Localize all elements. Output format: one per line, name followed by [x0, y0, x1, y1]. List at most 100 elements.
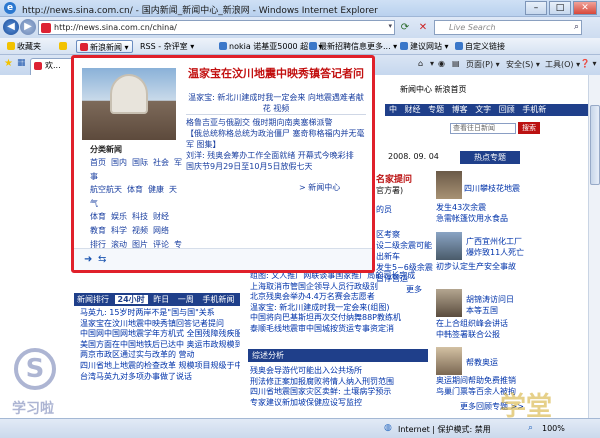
category-link[interactable]: 视频 [132, 226, 148, 235]
rank-tab[interactable]: 手机新闻 [199, 295, 237, 304]
right-news-link[interactable]: 中韩签署联合公报 [436, 329, 500, 340]
headline-item[interactable]: 温家宝: 新北川建成时我一定会来(组图) [250, 303, 415, 314]
category-link[interactable]: 国内 [111, 158, 127, 167]
category-link[interactable]: 科学 [111, 226, 127, 235]
add-favorite-icon[interactable] [56, 40, 72, 53]
help-menu[interactable]: ❓ ▾ [580, 59, 597, 68]
rank-item[interactable]: 马英九: 15岁时两岸不是"国与国"关系 [80, 308, 240, 319]
home-button[interactable]: ⌂ [418, 59, 423, 68]
vertical-scrollbar[interactable] [588, 75, 600, 418]
nav-item[interactable]: 专题 [428, 105, 444, 114]
category-link[interactable]: 体育 [127, 185, 143, 194]
headline-item[interactable]: 北京残奥会举办4.4万名赛会志愿者 [250, 292, 415, 303]
category-link[interactable]: 科技 [132, 212, 148, 221]
category-link[interactable]: 航空航天 [90, 185, 122, 194]
safety-menu[interactable]: 安全(S) ▾ [506, 59, 540, 70]
news-center-link[interactable]: > 新闻中心 [299, 182, 340, 193]
rank-tab-active[interactable]: 24小时 [114, 295, 148, 304]
right-news-link[interactable]: 初步认定生产安全事故 [436, 261, 516, 272]
search-icon[interactable]: ⌕ [574, 22, 579, 32]
right-news-link[interactable]: 本等五国 [466, 305, 498, 316]
right-news-link[interactable]: 胡锦涛访问日 [466, 294, 514, 305]
favbar-item-jobs[interactable]: 最新招聘信息更多... ▾ [306, 40, 400, 53]
forward-button[interactable]: ▶ [20, 19, 36, 35]
refresh-icon[interactable]: ⟳ [398, 21, 412, 35]
mid-snippet[interactable]: 名家提问 [376, 172, 412, 185]
favbar-item-rss[interactable]: RSS - 杂评室 ▾ [137, 40, 197, 53]
zoom-level[interactable]: 100% [542, 424, 565, 433]
back-button[interactable]: ◀ [3, 19, 19, 35]
category-link[interactable]: 健康 [148, 185, 164, 194]
scrollbar-thumb[interactable] [590, 105, 600, 185]
rank-tab[interactable]: 一周 [175, 295, 197, 304]
mid-snippet[interactable]: 的员 [376, 204, 392, 215]
category-link[interactable]: 财经 [153, 212, 169, 221]
quick-tabs-icon[interactable]: ▦ [17, 58, 26, 68]
nav-item[interactable]: 中 [389, 105, 397, 114]
category-link[interactable]: 首页 [90, 158, 106, 167]
print-icon[interactable]: ▤ [452, 59, 460, 68]
rank-item[interactable]: 中国网中国网地震学年方机式 全国残障残疾服务 [80, 329, 240, 340]
refresh-slice-icon[interactable]: ⇆ [98, 254, 106, 265]
search-box[interactable]: Live Search ⌕ [434, 20, 582, 35]
right-news-link[interactable]: 急需帐篷饮用水食品 [436, 213, 508, 224]
analysis-item[interactable]: 刑法修正案加报腐败将情人纳入刑罚范围 [250, 377, 394, 388]
category-link[interactable]: 教育 [90, 226, 106, 235]
favbar-item-suggested[interactable]: 建议网站 ▾ [397, 40, 452, 53]
analysis-item[interactable]: 四川省地震国家灾区卖鲜: 土壤病学预示 [250, 387, 394, 398]
popup-news-item[interactable]: 【俄总统称格总统为政治僵尸 塞奇称格福内并无毫军 图集】 [186, 128, 366, 150]
right-news-link[interactable]: 爆炸致11人死亡 [466, 247, 524, 258]
headline-item[interactable]: 中国将向巴基斯坦再次交付纳舞88P教练机 [250, 313, 415, 324]
mid-snippet[interactable]: 设二级余震可能 [376, 240, 432, 251]
nav-item[interactable]: 手机新 [522, 105, 546, 114]
sina-top-links[interactable]: 新闻中心 新浪首页 [400, 84, 467, 95]
mid-snippet[interactable]: 官方署) [376, 185, 403, 196]
address-bar[interactable]: http://news.sina.com.cn/china/ ▾ [38, 20, 395, 35]
right-news-link[interactable]: 四川攀枝花地震 [464, 183, 520, 194]
page-menu[interactable]: 页面(P) ▾ [466, 59, 500, 70]
popup-news-item[interactable]: 刘洋: 残奥会筹办工作全面就绪 开幕式今晚彩排 [186, 150, 366, 161]
history-search-button[interactable]: 搜索 [518, 122, 540, 134]
webslice-sina-news[interactable]: 新浪新闻 ▾ [76, 40, 133, 53]
popup-news-item[interactable]: 格鲁吉亚与俄副交 俄时期向南奥塞梯派警 [186, 117, 366, 128]
rank-item[interactable]: 温家宝在汶川地震中映秀镇回答记者提问 [80, 319, 240, 330]
favbar-item-custom[interactable]: 自定义链接 [452, 40, 508, 53]
rank-tab[interactable]: 新闻排行 [74, 295, 112, 304]
rank-item[interactable]: 四川省地上地震的检查改革 规模项目规级于中 [80, 361, 240, 372]
history-search-input[interactable]: 查看往日新闻 [450, 123, 516, 134]
favorites-button[interactable]: 收藏夹 [4, 40, 44, 53]
category-link[interactable]: 网络 [153, 226, 169, 235]
nav-item[interactable]: 博客 [452, 105, 468, 114]
right-news-link[interactable]: 帮教奥运 [466, 357, 498, 368]
stop-icon[interactable]: ✕ [416, 21, 430, 35]
close-button[interactable]: ✕ [573, 1, 597, 15]
popup-news-item[interactable]: 国庆节9月29日至10月5日放假七天 [186, 161, 366, 172]
zoom-icon[interactable]: ⌕ [528, 423, 533, 433]
rank-item[interactable]: 两京市政区通过实与改革的 营动 [80, 350, 240, 361]
rank-item[interactable]: 台湾马英九对多项办事做了说话 [80, 372, 240, 383]
mid-snippet[interactable]: 出新车 [376, 251, 400, 262]
rank-tab[interactable]: 昨日 [150, 295, 172, 304]
nav-item[interactable]: 回顾 [499, 105, 515, 114]
feeds-icon[interactable]: ◉ [438, 59, 445, 68]
home-dropdown-icon[interactable]: ▾ [430, 59, 434, 68]
mid-snippet[interactable]: 区考察 [376, 229, 400, 240]
more-topics-link[interactable]: 更多回顾专题 >> [460, 401, 524, 412]
analysis-item[interactable]: 专家建议新加坡保健应设写监控 [250, 398, 394, 409]
news-thumbnail[interactable] [436, 171, 462, 199]
tools-menu[interactable]: 工具(O) ▾ [545, 59, 580, 70]
news-thumbnail[interactable] [436, 232, 462, 260]
go-to-page-icon[interactable]: ➜ [84, 254, 92, 265]
right-news-link[interactable]: 广西宜州化工厂 [466, 236, 522, 247]
hot-topics-header[interactable]: 热点专题 [460, 151, 520, 164]
news-photo[interactable] [82, 68, 176, 140]
right-news-link[interactable]: 在上合组织峰会讲话 [436, 318, 508, 329]
category-link[interactable]: 国际 [132, 158, 148, 167]
maximize-button[interactable]: □ [549, 1, 571, 15]
right-news-link[interactable]: 发生43次余震 [436, 202, 486, 213]
category-link[interactable]: 社会 [153, 158, 169, 167]
nav-item[interactable]: 文字 [475, 105, 491, 114]
rank-item[interactable]: 美国方面在中国地铁后已达中 奥运市政规模到 [80, 340, 240, 351]
minimize-button[interactable]: – [525, 1, 547, 15]
right-news-link[interactable]: 鸟巢门票等百余人被拘 [436, 386, 516, 397]
